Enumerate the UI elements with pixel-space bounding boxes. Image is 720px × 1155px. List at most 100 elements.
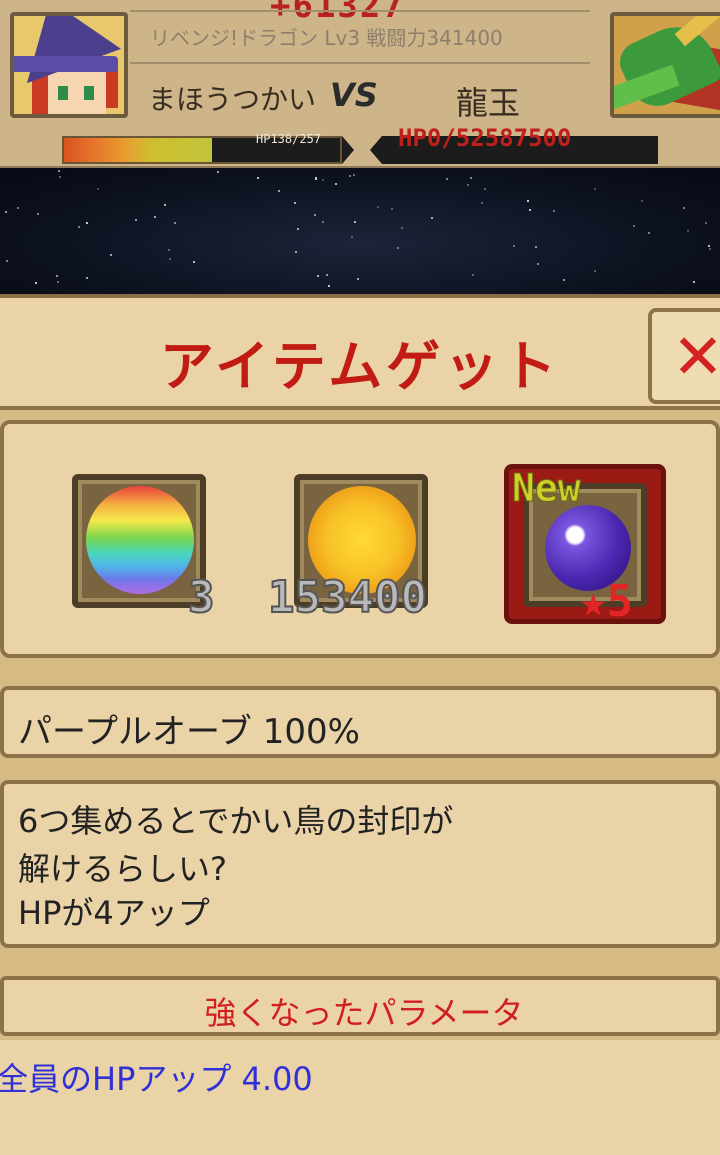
star: [37, 213, 39, 215]
star: [58, 170, 60, 172]
player-hp-text: HP138/257: [256, 132, 322, 146]
star: [446, 178, 448, 180]
star: [353, 174, 355, 176]
new-badge: New: [512, 466, 582, 511]
star: [537, 263, 539, 265]
item-name-panel: パープルオーブ 100%: [0, 686, 720, 758]
star: [633, 225, 635, 227]
star: [174, 222, 176, 224]
space-backdrop: [0, 168, 720, 294]
star: [335, 183, 337, 185]
star: [648, 232, 650, 234]
star: [154, 216, 156, 218]
star: [322, 179, 324, 181]
star: [17, 207, 19, 209]
dialog-title: アイテムゲット: [159, 335, 561, 398]
description-line: 6つ集めるとでかい鳥の封印が: [18, 802, 454, 840]
star: [481, 202, 483, 204]
star: [513, 245, 515, 247]
player-hp-fill: [64, 138, 213, 162]
quest-info: リベンジ!ドラゴン Lv3 戦闘力341400: [150, 26, 503, 50]
star: [86, 222, 88, 224]
player-portrait: [10, 12, 128, 118]
star: [6, 260, 8, 262]
item-get-dialog: アイテムゲット ✕ 3 153400 New ★5 パープルオーブ 100% 6…: [0, 294, 720, 1155]
star: [164, 204, 166, 206]
star: [57, 281, 59, 283]
star: [328, 285, 330, 287]
star: [322, 221, 324, 223]
player-name: まほうつかい: [148, 83, 317, 116]
description-line: HPが4アップ: [18, 894, 210, 932]
star: [193, 261, 195, 263]
item-count: 153400: [267, 571, 428, 624]
star: [563, 279, 565, 281]
rarity-stars: ★5: [580, 576, 633, 627]
star: [377, 206, 379, 208]
star: [35, 282, 37, 284]
param-line: 全員のHPアップ 4.00: [0, 1060, 313, 1098]
star: [594, 188, 596, 190]
star: [315, 177, 317, 179]
star: [326, 274, 328, 276]
divider: [130, 62, 590, 64]
portrait-eye: [58, 86, 68, 100]
battle-header: +61327 リベンジ!ドラゴン Lv3 戦闘力341400 まほうつかい VS…: [0, 0, 720, 168]
star: [135, 219, 137, 221]
star: [349, 175, 351, 177]
rainbow-orb-icon: [86, 486, 194, 594]
star: [484, 188, 486, 190]
star: [397, 247, 399, 249]
portrait-eye: [84, 86, 94, 100]
star: [401, 227, 403, 229]
star: [317, 275, 319, 277]
item-name: パープルオーブ 100%: [18, 712, 360, 752]
param-header: 強くなったパラメータ: [0, 976, 720, 1036]
star: [709, 248, 711, 250]
item-description-panel: 6つ集めるとでかい鳥の封印が 解けるらしい? HPが4アップ: [0, 780, 720, 948]
portrait-face: [48, 70, 106, 114]
star: [391, 208, 393, 210]
star: [431, 217, 433, 219]
star: [297, 228, 299, 230]
close-button[interactable]: ✕: [648, 308, 720, 404]
star: [278, 190, 280, 192]
star: [110, 254, 112, 256]
star: [693, 281, 695, 283]
star: [86, 277, 88, 279]
star: [687, 230, 689, 232]
item-count: 3: [187, 571, 215, 624]
hp-bar-arrow: [342, 136, 354, 164]
star: [169, 258, 171, 260]
param-list: 全員のHPアップ 4.00: [0, 1040, 720, 1155]
dialog-title-bar: アイテムゲット: [0, 298, 720, 410]
star: [683, 207, 685, 209]
star: [470, 177, 472, 179]
param-title: 強くなったパラメータ: [204, 994, 524, 1032]
star: [641, 200, 643, 202]
enemy-name: 龍玉: [456, 84, 521, 122]
star: [354, 221, 356, 223]
star: [594, 270, 596, 272]
star: [56, 275, 58, 277]
star: [705, 222, 707, 224]
close-icon: ✕: [672, 320, 720, 393]
hp-bar-arrow: [370, 136, 382, 164]
enemy-hp-text: HP0/52587500: [398, 124, 572, 152]
description-line: 解けるらしい?: [18, 850, 227, 888]
item-slot-rainbow[interactable]: [72, 474, 206, 608]
star: [467, 184, 469, 186]
star: [535, 246, 537, 248]
star: [553, 210, 555, 212]
divider: [130, 10, 590, 12]
items-panel: 3 153400 New ★5: [0, 420, 720, 658]
vs-label: VS: [330, 76, 378, 114]
star: [295, 251, 297, 253]
star: [168, 249, 170, 251]
enemy-portrait: [610, 12, 720, 118]
star: [314, 214, 316, 216]
star: [217, 171, 219, 173]
star: [78, 226, 80, 228]
star: [529, 209, 531, 211]
star: [97, 188, 99, 190]
